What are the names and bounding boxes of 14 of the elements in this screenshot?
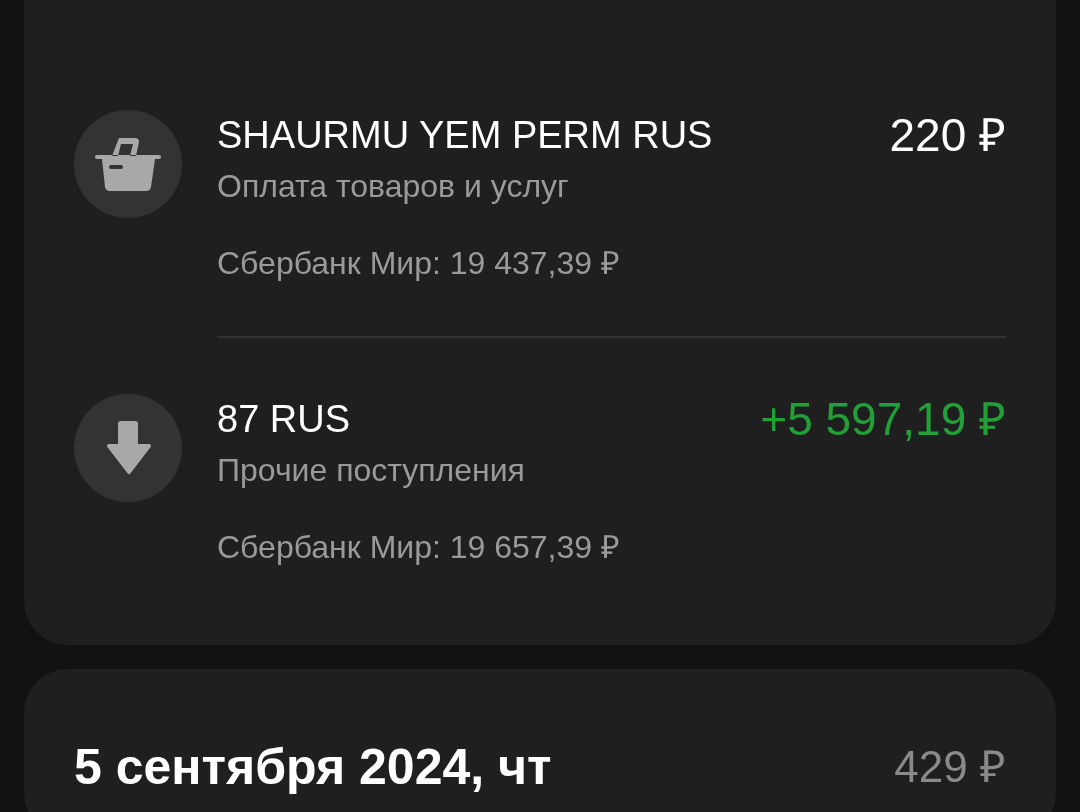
account-balance: Сбербанк Мир: 19 437,39 ₽ [217, 244, 621, 283]
merchant-name: SHAURMU YEM PERM RUS [217, 113, 713, 158]
down-arrow-icon [104, 421, 152, 475]
transaction-category: Прочие поступления [217, 451, 526, 490]
transaction-item[interactable]: 87 RUS +5 597,19 ₽ Прочие поступления Сбербанк Мир: 19 657,39 ₽ [74, 338, 1006, 569]
merchant-name: 87 RUS [217, 397, 351, 442]
transaction-amount: +5 597,19 ₽ [760, 394, 1006, 444]
account-balance: Сбербанк Мир: 19 657,39 ₽ [217, 528, 621, 567]
transaction-category: Оплата товаров и услуг [217, 167, 570, 206]
transaction-item[interactable]: SHAURMU YEM PERM RUS 220 ₽ Оплата товаров и услуг Сбербанк Мир: 19 437,39 ₽ [74, 0, 1006, 285]
day-total: 429 ₽ [894, 741, 1006, 793]
basket-icon [95, 136, 161, 192]
transaction-amount: 220 ₽ [889, 110, 1006, 160]
day-date: 5 сентября 2024, чт [74, 738, 552, 797]
